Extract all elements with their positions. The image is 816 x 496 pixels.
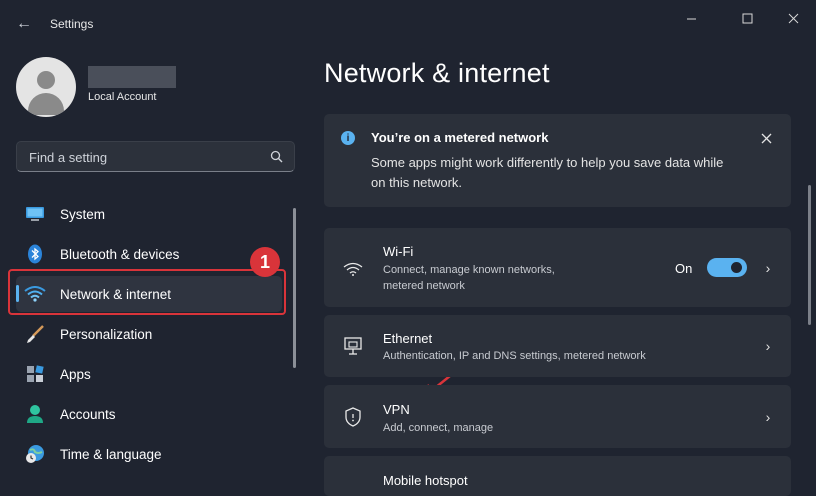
sidebar-item-apps[interactable]: Apps	[16, 356, 282, 392]
avatar-head	[37, 71, 55, 89]
banner-text: Some apps might work differently to help…	[371, 155, 724, 190]
globe-clock-icon	[24, 443, 46, 465]
chevron-right-icon: ›	[765, 260, 771, 276]
sidebar-item-label: Time & language	[60, 446, 162, 462]
app-title: Settings	[50, 17, 94, 31]
sidebar-item-system[interactable]: System	[16, 196, 282, 232]
sidebar-item-bluetooth[interactable]: Bluetooth & devices	[16, 236, 282, 272]
annotation-step-1: 1	[250, 247, 280, 277]
vpn-title: VPN	[383, 402, 410, 417]
chevron-right-icon: ›	[765, 338, 771, 354]
search-icon[interactable]	[270, 150, 283, 163]
search-box[interactable]	[16, 141, 295, 173]
wifi-state-label: On	[675, 261, 693, 276]
wifi-toggle[interactable]	[707, 258, 747, 277]
ethernet-icon	[342, 335, 364, 357]
main-scrollbar[interactable]	[808, 185, 811, 325]
system-monitor-icon	[24, 203, 46, 225]
info-icon: i	[341, 131, 355, 145]
ethernet-card[interactable]: Ethernet Authentication, IP and DNS sett…	[324, 315, 791, 377]
paintbrush-icon	[24, 323, 46, 345]
close-icon	[788, 13, 798, 23]
minimize-button[interactable]	[668, 4, 714, 32]
wifi-subtitle: Connect, manage known networks, metered …	[383, 264, 555, 292]
maximize-button[interactable]	[724, 4, 770, 32]
search-input[interactable]	[27, 142, 271, 173]
sidebar-scrollbar[interactable]	[293, 208, 296, 368]
sidebar-item-label: Apps	[60, 366, 91, 382]
sidebar-item-personalization[interactable]: Personalization	[16, 316, 282, 352]
sidebar-item-time-language[interactable]: Time & language	[16, 436, 282, 472]
banner-close-button[interactable]	[756, 128, 776, 148]
avatar-body	[28, 93, 64, 115]
close-button[interactable]	[770, 4, 816, 32]
bluetooth-icon	[24, 243, 46, 265]
ethernet-title: Ethernet	[383, 331, 433, 346]
mobile-hotspot-card[interactable]: Mobile hotspot	[324, 456, 791, 496]
vpn-card[interactable]: VPN Add, connect, manage ›	[324, 385, 791, 448]
shield-icon	[342, 406, 364, 428]
sidebar-item-accounts[interactable]: Accounts	[16, 396, 282, 432]
annotation-highlight-box	[8, 269, 286, 315]
minimize-icon	[686, 18, 696, 19]
wifi-card[interactable]: Wi-Fi Connect, manage known networks, me…	[324, 228, 791, 307]
sidebar-item-label: Bluetooth & devices	[60, 246, 180, 262]
maximize-icon	[742, 13, 752, 23]
page-title: Network & internet	[324, 58, 550, 88]
wifi-icon	[342, 258, 364, 280]
back-button[interactable]: ←	[10, 10, 38, 38]
wifi-title: Wi-Fi	[383, 244, 414, 259]
person-icon	[24, 403, 46, 425]
back-arrow-icon: ←	[16, 15, 32, 32]
apps-icon	[24, 363, 46, 385]
sidebar-item-label: Personalization	[60, 326, 153, 342]
ethernet-subtitle: Authentication, IP and DNS settings, met…	[383, 350, 646, 362]
close-icon	[761, 133, 771, 143]
toggle-knob	[731, 262, 742, 273]
sidebar-item-label: Accounts	[60, 406, 116, 422]
chevron-right-icon: ›	[765, 409, 771, 425]
avatar[interactable]	[16, 57, 76, 117]
metered-network-banner: i You’re on a metered network Some apps …	[324, 114, 791, 207]
banner-title: You’re on a metered network	[371, 130, 549, 145]
sidebar-item-label: System	[60, 206, 106, 222]
redacted-username	[88, 66, 176, 88]
vpn-subtitle: Add, connect, manage	[383, 422, 494, 434]
account-type-label: Local Account	[88, 91, 157, 103]
